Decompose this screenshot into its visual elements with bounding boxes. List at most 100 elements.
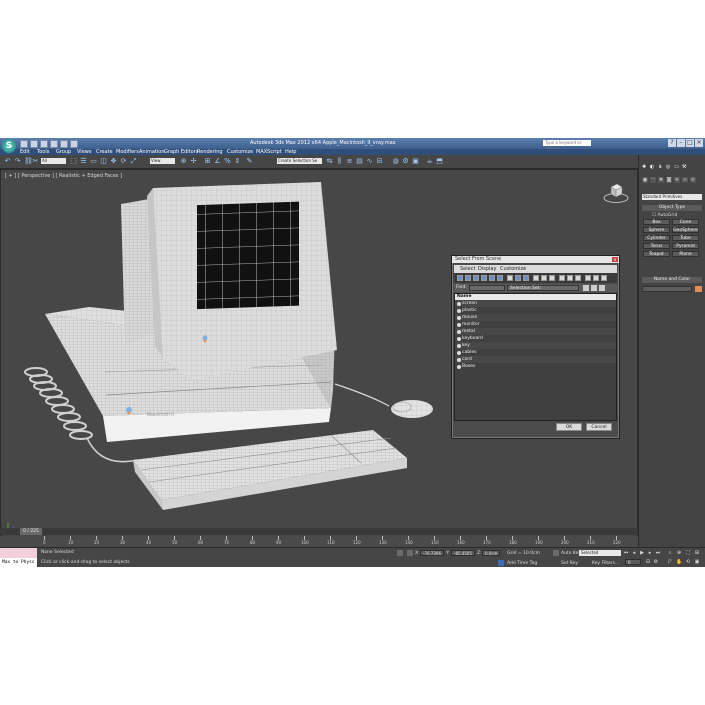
play-icon[interactable]: ▶ — [639, 550, 645, 556]
rectangular-selection-icon[interactable]: ▭ — [90, 157, 97, 165]
align-icon[interactable]: ⫼ — [336, 157, 343, 165]
ok-button[interactable]: OK — [556, 423, 582, 431]
undo-icon[interactable]: ↶ — [4, 157, 11, 165]
display-helpers-icon[interactable] — [489, 275, 495, 281]
link-icon[interactable]: ⛓ — [24, 157, 33, 165]
utilities-tab-icon[interactable]: ⚒ — [682, 164, 687, 170]
pyramid-button[interactable]: Pyramid — [672, 243, 699, 249]
find-input[interactable] — [469, 285, 505, 291]
selection-set-delete-icon[interactable] — [599, 285, 605, 291]
maxscript-input[interactable]: Max to Physc — [0, 558, 37, 567]
tube-button[interactable]: Tube — [672, 235, 699, 241]
scale-icon[interactable]: ⤢ — [130, 157, 137, 165]
angle-snap-icon[interactable]: ∠ — [214, 157, 221, 165]
key-selection-dropdown[interactable]: Selected — [579, 550, 621, 556]
cameras-icon[interactable]: ◙ — [666, 177, 672, 183]
time-slider-handle[interactable]: 0 / 225 — [20, 528, 42, 535]
mouse[interactable] — [334, 383, 433, 418]
select-dependents-icon[interactable] — [593, 275, 599, 281]
hierarchy-tab-icon[interactable]: ⋔ — [658, 164, 663, 170]
field-of-view-icon[interactable]: ◸ — [667, 559, 673, 565]
display-invert-icon[interactable] — [549, 275, 555, 281]
list-item[interactable]: mouse — [455, 314, 616, 321]
maxscript-output[interactable] — [0, 548, 37, 558]
zoom-extents-all-icon[interactable]: ⊞ — [694, 550, 700, 556]
list-item[interactable]: monitor — [455, 321, 616, 328]
maximize-viewport-icon[interactable]: ▣ — [694, 559, 700, 565]
viewcube[interactable] — [603, 182, 629, 204]
y-coordinate-field[interactable]: -85.4505 — [451, 550, 475, 556]
geometry-icon[interactable]: ● — [642, 177, 648, 183]
selection-filter-dropdown[interactable]: All — [41, 158, 66, 164]
torus-button[interactable]: Torus — [643, 243, 670, 249]
selection-set-save-icon[interactable] — [583, 285, 589, 291]
zoom-extents-icon[interactable]: ⛶ — [685, 550, 691, 556]
sync-selection-icon[interactable] — [585, 275, 591, 281]
orbit-icon[interactable]: ⟲ — [685, 559, 691, 565]
systems-icon[interactable]: ⚙ — [690, 177, 696, 183]
display-shapes-icon[interactable] — [465, 275, 471, 281]
selection-set-dropdown[interactable]: Selection Set: — [507, 285, 579, 291]
zoom-icon[interactable]: ⌕ — [667, 550, 673, 556]
render-iterative-icon[interactable]: ⬒ — [436, 157, 443, 165]
display-bones-icon[interactable] — [523, 275, 529, 281]
unlink-icon[interactable]: ✂ — [32, 157, 39, 165]
list-item[interactable]: screen — [455, 300, 616, 307]
rotate-icon[interactable]: ⟳ — [120, 157, 127, 165]
cylinder-button[interactable]: Cylinder — [643, 235, 670, 241]
maximize-button[interactable]: □ — [686, 139, 694, 147]
monitor[interactable] — [147, 182, 337, 380]
name-and-color-rollout[interactable]: Name and Color — [642, 277, 702, 283]
time-slider[interactable]: 0 / 225 — [0, 528, 638, 535]
key-mode-toggle-icon[interactable]: ⊟ — [645, 559, 651, 565]
layer-manager-icon[interactable]: ≡ — [346, 157, 353, 165]
display-geometry-icon[interactable] — [457, 275, 463, 281]
display-tab-icon[interactable]: ▭ — [674, 164, 679, 170]
go-to-end-icon[interactable]: ⏭ — [655, 550, 661, 556]
object-type-rollout[interactable]: Object Type — [642, 205, 702, 211]
display-spacewarps-icon[interactable] — [497, 275, 503, 281]
dialog-title[interactable]: Select From Scene — [452, 256, 619, 263]
named-selection-dropdown[interactable]: Create Selection Se — [277, 158, 322, 164]
mirror-icon[interactable]: ⇆ — [326, 157, 333, 165]
z-coordinate-field[interactable]: 0.0cm — [482, 550, 500, 556]
snaps-toggle-icon[interactable]: ⊞ — [204, 157, 211, 165]
new-file-icon[interactable] — [20, 140, 28, 148]
key-filters-button[interactable]: Key Filters... — [592, 561, 619, 566]
select-none-icon[interactable] — [567, 275, 573, 281]
render-production-icon[interactable]: ☕ — [426, 157, 433, 165]
selection-set-edit-icon[interactable] — [591, 285, 597, 291]
display-all-icon[interactable] — [533, 275, 539, 281]
sphere-button[interactable]: Sphere — [643, 227, 670, 233]
primitive-category-dropdown[interactable]: Standard Primitives — [642, 194, 702, 200]
list-item[interactable]: cables — [455, 349, 616, 356]
object-name-input[interactable] — [642, 286, 692, 292]
select-children-icon[interactable] — [601, 275, 607, 281]
percent-snap-icon[interactable]: % — [224, 157, 231, 165]
plane-button[interactable]: Plane — [672, 251, 699, 257]
minimize-button[interactable]: – — [677, 139, 685, 147]
display-xrefs-icon[interactable] — [515, 275, 521, 281]
helpers-icon[interactable]: ✜ — [674, 177, 680, 183]
display-cameras-icon[interactable] — [481, 275, 487, 281]
teapot-button[interactable]: Teapot — [643, 251, 670, 257]
curve-editor-icon[interactable]: ∿ — [366, 157, 373, 165]
add-time-tag-button[interactable]: Add Time Tag — [507, 561, 537, 566]
previous-frame-icon[interactable]: ◂ — [631, 550, 637, 556]
time-configuration-icon[interactable]: ⚙ — [653, 559, 659, 565]
next-frame-icon[interactable]: ▸ — [647, 550, 653, 556]
display-lights-icon[interactable] — [473, 275, 479, 281]
redo-icon[interactable] — [60, 140, 68, 148]
lights-icon[interactable]: ✺ — [658, 177, 664, 183]
list-item[interactable]: keyboard — [455, 335, 616, 342]
search-input[interactable]: Type a keyword or phrase — [543, 140, 591, 151]
pan-view-icon[interactable]: ✋ — [676, 559, 682, 565]
lock-selection-icon[interactable] — [397, 550, 403, 556]
set-key-icon[interactable] — [553, 550, 559, 556]
project-folder-icon[interactable] — [70, 140, 78, 148]
move-icon[interactable]: ✥ — [110, 157, 117, 165]
help-icon[interactable]: ? — [668, 139, 676, 147]
list-item[interactable]: plastic — [455, 307, 616, 314]
shapes-icon[interactable]: ◠ — [650, 177, 656, 183]
undo-icon[interactable] — [50, 140, 58, 148]
